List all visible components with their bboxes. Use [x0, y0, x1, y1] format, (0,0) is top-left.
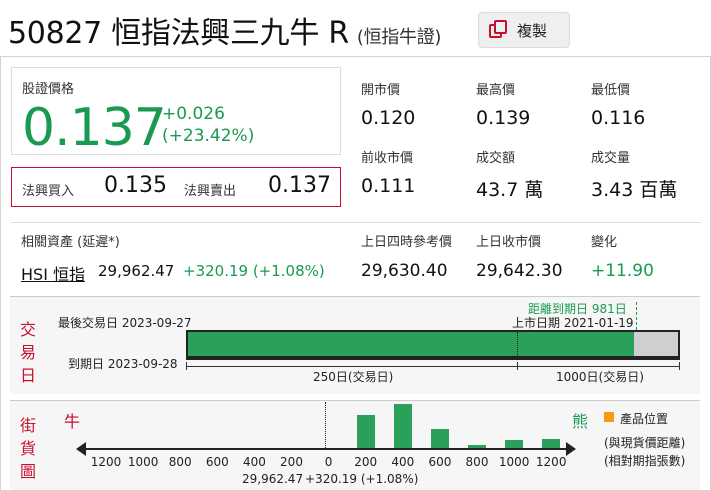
- histogram-tick-label: 200: [354, 455, 378, 469]
- histogram-tick-label: 0: [324, 455, 333, 469]
- open-value: 0.120: [361, 107, 416, 129]
- current-price: 0.137: [22, 98, 167, 158]
- histogram-bar: [542, 439, 561, 448]
- bear-label: 熊: [572, 412, 589, 431]
- arrow-left-icon: [76, 442, 86, 456]
- spot-change: +320.19 (+1.08%): [305, 472, 419, 486]
- ask-label: 法興賣出: [184, 184, 237, 199]
- histogram-tick-label: 400: [242, 455, 266, 469]
- prev-close-label: 前收市價: [361, 151, 414, 166]
- diff-value: +11.90: [591, 261, 654, 281]
- price-change: +0.026: [162, 104, 225, 124]
- histogram-tick-label: 800: [168, 455, 192, 469]
- histogram-tick-label: 800: [465, 455, 489, 469]
- histogram-tick-label: 600: [428, 455, 452, 469]
- scale-tick: [679, 362, 680, 370]
- histogram-axis: [80, 448, 570, 450]
- arrow-right-icon: [566, 442, 576, 456]
- scale-tick: [186, 362, 187, 370]
- histogram-bar: [430, 429, 449, 448]
- total-label: 1000日(交易日): [553, 368, 647, 385]
- trading-days-section-label: 交 易 日: [19, 320, 36, 385]
- last-trade-date: 最後交易日 2023-09-27: [58, 316, 192, 330]
- open-label: 開市價: [361, 83, 401, 98]
- remaining-label: 250日(交易日): [310, 368, 397, 385]
- listing-date: 上市日期 2021-01-19: [512, 316, 634, 330]
- volume-value: 3.43 百萬: [591, 179, 678, 201]
- underlying-prev-close-label: 上日收市價: [476, 235, 542, 250]
- histogram-tick-label: 1200: [535, 455, 567, 469]
- bid-price: 0.135: [104, 173, 167, 198]
- histogram-tick-label: 1000: [127, 455, 159, 469]
- scale-tick: [517, 362, 518, 370]
- ask-price: 0.137: [268, 173, 331, 198]
- ref-price-value: 29,630.40: [361, 261, 448, 281]
- note-distance: (與現貨價距離): [604, 436, 686, 450]
- bid-label: 法興買入: [22, 184, 75, 199]
- turnover-label: 成交額: [476, 151, 516, 166]
- diff-label: 變化: [591, 235, 618, 250]
- expiry-date: 到期日 2023-09-28: [68, 357, 178, 371]
- price-label: 股證價格: [22, 82, 75, 97]
- marker-line: [517, 332, 518, 360]
- histogram-tick-label: 600: [205, 455, 229, 469]
- high-label: 最高價: [476, 83, 516, 98]
- underlying-prev-close-value: 29,642.30: [476, 261, 563, 281]
- histogram-bar: [393, 404, 412, 448]
- remaining-days-bar: [634, 332, 678, 356]
- product-type: (恒指牛證): [356, 27, 442, 48]
- price-box: 股證價格 0.137 +0.026 (+23.42%): [11, 67, 341, 155]
- copy-button[interactable]: 複製: [478, 12, 570, 48]
- price-change-pct: (+23.42%): [162, 126, 255, 146]
- low-label: 最低價: [591, 83, 631, 98]
- spot-caption: 29,962.47: [242, 472, 304, 486]
- product-name: 恒指法興三九牛 R: [111, 16, 349, 51]
- ref-price-label: 上日四時參考價: [361, 235, 453, 250]
- day-scale: [186, 366, 680, 367]
- histogram-tick-label: 400: [391, 455, 415, 469]
- legend-label: 產品位置: [620, 412, 669, 426]
- turnover-value: 43.7 萬: [476, 179, 544, 201]
- histogram-tick-label: 1200: [90, 455, 122, 469]
- page-header: 50827 恒指法興三九牛 R (恒指牛證) 複製: [0, 0, 711, 56]
- bull-label: 牛: [64, 412, 81, 431]
- low-value: 0.116: [591, 107, 646, 129]
- histogram-tick-label: 1000: [498, 455, 530, 469]
- histogram-bar: [505, 440, 524, 448]
- product-code: 50827: [8, 16, 102, 51]
- legend-swatch: [604, 412, 614, 422]
- divider: [11, 222, 701, 223]
- underlying-link[interactable]: HSI 恒指: [21, 261, 85, 285]
- underlying-change: +320.19 (+1.08%): [183, 262, 325, 280]
- spot-line: [325, 402, 326, 448]
- bid-ask-box: 法興買入 0.135 法興賣出 0.137: [11, 167, 341, 207]
- histogram-tick-label: 200: [280, 455, 303, 469]
- histogram-bar: [356, 415, 375, 448]
- copy-button-label: 複製: [517, 21, 548, 40]
- note-contracts: (相對期指張數): [604, 454, 686, 468]
- street-section-label: 街 貨 圖: [19, 416, 36, 481]
- prev-close-value: 0.111: [361, 175, 416, 197]
- underlying-label: 相關資產 (延遲*): [21, 235, 120, 250]
- today-marker: [636, 302, 637, 330]
- volume-label: 成交量: [591, 151, 631, 166]
- underlying-price: 29,962.47: [98, 262, 175, 280]
- product-title: 50827 恒指法興三九牛 R (恒指牛證): [8, 8, 441, 52]
- copy-icon: [489, 20, 509, 40]
- high-value: 0.139: [476, 107, 531, 129]
- elapsed-days-bar: [188, 332, 634, 356]
